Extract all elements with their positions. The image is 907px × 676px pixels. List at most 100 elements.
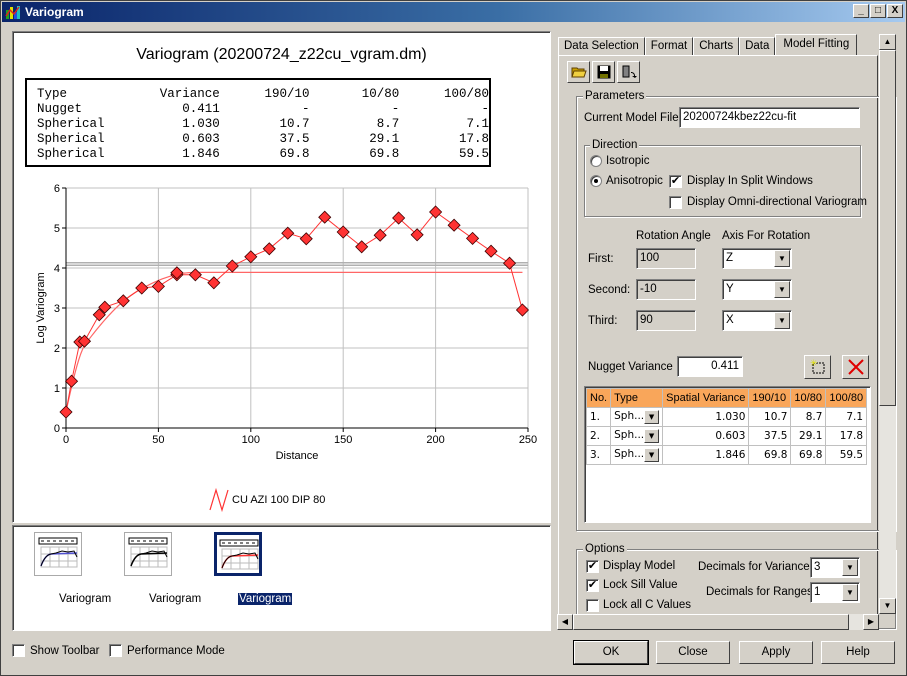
anisotropic-radio[interactable] xyxy=(590,175,602,187)
chart-panel: Variogram (20200724_z22cu_vgram.dm) Type… xyxy=(12,31,551,523)
display-model-checkbox[interactable]: ✔ xyxy=(586,560,599,573)
rotation-second-angle: -10 xyxy=(636,279,696,300)
scroll-right-icon[interactable]: ▶ xyxy=(863,614,879,630)
grid-cell[interactable]: 3. xyxy=(585,445,612,465)
data-point xyxy=(281,226,295,240)
performance-mode-checkbox[interactable] xyxy=(109,644,122,657)
rotation-third-label: Third: xyxy=(588,315,618,327)
grid-header-cell[interactable]: 10/80 xyxy=(790,388,827,408)
thumbnail-strip: Variogram Variogram Variogram xyxy=(12,525,551,631)
dropdown-arrow-icon[interactable]: ▼ xyxy=(774,281,790,298)
show-toolbar-option[interactable]: Show Toolbar xyxy=(12,644,99,657)
omni-variogram-checkbox[interactable] xyxy=(669,196,682,209)
close-window-button[interactable]: X xyxy=(887,4,903,18)
nugget-variance-input[interactable]: 0.411 xyxy=(677,356,743,377)
structure-row[interactable]: 1. Sph... ▼ 1.030 10.7 8.7 7.1 xyxy=(585,407,868,427)
grid-cell[interactable]: 17.8 xyxy=(825,426,868,446)
data-point xyxy=(244,250,258,264)
grid-cell[interactable]: 7.1 xyxy=(825,407,868,427)
data-point xyxy=(465,231,480,245)
panel-vertical-scrollbar[interactable]: ▲ ▼ xyxy=(879,34,896,614)
tab-model-fitting[interactable]: Model Fitting xyxy=(775,34,858,56)
grid-header-cell[interactable]: 190/10 xyxy=(748,388,792,408)
tab-data-selection[interactable]: Data Selection xyxy=(558,37,645,56)
save-model-button[interactable] xyxy=(592,61,615,83)
save-icon xyxy=(597,65,610,79)
scroll-down-icon[interactable]: ▼ xyxy=(879,598,896,614)
variogram-thumbnail[interactable]: Variogram xyxy=(203,532,294,606)
grid-cell[interactable]: 69.8 xyxy=(748,445,792,465)
scroll-up-icon[interactable]: ▲ xyxy=(879,34,896,50)
decimals-ranges-select[interactable]: 1 ▼ xyxy=(810,582,860,603)
grid-cell[interactable]: 37.5 xyxy=(748,426,792,446)
variogram-thumbnail[interactable]: Variogram xyxy=(23,532,111,605)
decimals-variances-label: Decimals for Variances xyxy=(698,561,816,573)
tab-charts[interactable]: Charts xyxy=(693,37,740,56)
grid-cell[interactable]: 29.1 xyxy=(790,426,827,446)
scroll-left-icon[interactable]: ◀ xyxy=(557,614,573,630)
x-tick-label: 150 xyxy=(334,434,352,446)
vertical-scroll-thumb[interactable] xyxy=(879,50,896,406)
grid-cell[interactable]: 1. xyxy=(585,407,612,427)
decimals-variances-select[interactable]: 3 ▼ xyxy=(810,557,860,578)
dropdown-arrow-icon[interactable]: ▼ xyxy=(644,410,660,424)
apply-button[interactable]: Apply xyxy=(739,641,813,664)
ok-button[interactable]: OK xyxy=(573,640,649,665)
delete-structure-button[interactable] xyxy=(842,355,869,379)
help-button[interactable]: Help xyxy=(821,641,895,664)
thumbnail-preview xyxy=(124,532,172,576)
grid-cell[interactable]: 1.846 xyxy=(662,445,750,465)
grid-header-cell[interactable]: No. xyxy=(585,388,612,408)
chart-app-icon xyxy=(5,6,20,19)
grid-cell[interactable]: 69.8 xyxy=(790,445,827,465)
grid-cell[interactable]: 0.603 xyxy=(662,426,750,446)
dropdown-arrow-icon[interactable]: ▼ xyxy=(774,312,790,329)
rotation-angle-header: Rotation Angle xyxy=(636,230,711,242)
decimals-variances-value: 3 xyxy=(814,561,821,573)
structure-type-value: Sph... xyxy=(614,448,645,460)
tab-bar: Data Selection Format Charts Data Model … xyxy=(558,34,858,56)
grid-cell[interactable]: 59.5 xyxy=(825,445,868,465)
minimize-button[interactable]: _ xyxy=(853,4,869,18)
export-model-button[interactable] xyxy=(617,61,640,83)
performance-mode-option[interactable]: Performance Mode xyxy=(109,644,225,657)
grid-cell[interactable]: Sph... ▼ xyxy=(610,407,664,427)
grid-cell[interactable]: Sph... ▼ xyxy=(610,426,664,446)
grid-cell[interactable]: Sph... ▼ xyxy=(610,445,664,465)
grid-cell[interactable]: 2. xyxy=(585,426,612,446)
panel-horizontal-scrollbar[interactable]: ◀ ▶ xyxy=(557,614,879,630)
rotation-third-angle: 90 xyxy=(636,310,696,331)
tab-format[interactable]: Format xyxy=(644,37,694,56)
grid-cell[interactable]: 10.7 xyxy=(748,407,792,427)
tab-data[interactable]: Data xyxy=(739,37,776,56)
close-button[interactable]: Close xyxy=(656,641,730,664)
x-tick-label: 100 xyxy=(242,434,260,446)
dropdown-arrow-icon[interactable]: ▼ xyxy=(644,448,660,462)
horizontal-scroll-thumb[interactable] xyxy=(573,614,849,630)
data-point xyxy=(484,244,498,258)
rotation-third-axis-select[interactable]: X ▼ xyxy=(722,310,792,331)
grid-header-cell[interactable]: Spatial Variance xyxy=(662,388,750,408)
lock-sill-checkbox[interactable]: ✔ xyxy=(586,579,599,592)
split-windows-checkbox[interactable]: ✔ xyxy=(669,175,682,188)
rotation-first-axis-select[interactable]: Z ▼ xyxy=(722,248,792,269)
lock-c-values-checkbox[interactable] xyxy=(586,599,599,612)
isotropic-radio[interactable] xyxy=(590,155,602,167)
structure-row[interactable]: 3. Sph... ▼ 1.846 69.8 69.8 59.5 xyxy=(585,445,868,465)
grid-cell[interactable]: 8.7 xyxy=(790,407,827,427)
grid-cell[interactable]: 1.030 xyxy=(662,407,750,427)
open-model-button[interactable] xyxy=(567,61,590,83)
dropdown-arrow-icon[interactable]: ▼ xyxy=(842,584,858,601)
rotation-second-axis-select[interactable]: Y ▼ xyxy=(722,279,792,300)
variogram-thumbnail[interactable]: Variogram xyxy=(113,532,201,605)
grid-header-cell[interactable]: Type xyxy=(610,388,664,408)
structure-row[interactable]: 2. Sph... ▼ 0.603 37.5 29.1 17.8 xyxy=(585,426,868,446)
show-toolbar-checkbox[interactable] xyxy=(12,644,25,657)
model-file-input[interactable]: 20200724kbez22cu-fit xyxy=(679,107,860,128)
add-structure-button[interactable]: ✳ xyxy=(804,355,831,379)
dropdown-arrow-icon[interactable]: ▼ xyxy=(644,429,660,443)
dropdown-arrow-icon[interactable]: ▼ xyxy=(842,559,858,576)
maximize-button[interactable]: □ xyxy=(870,4,886,18)
dropdown-arrow-icon[interactable]: ▼ xyxy=(774,250,790,267)
grid-header-cell[interactable]: 100/80 xyxy=(825,388,868,408)
